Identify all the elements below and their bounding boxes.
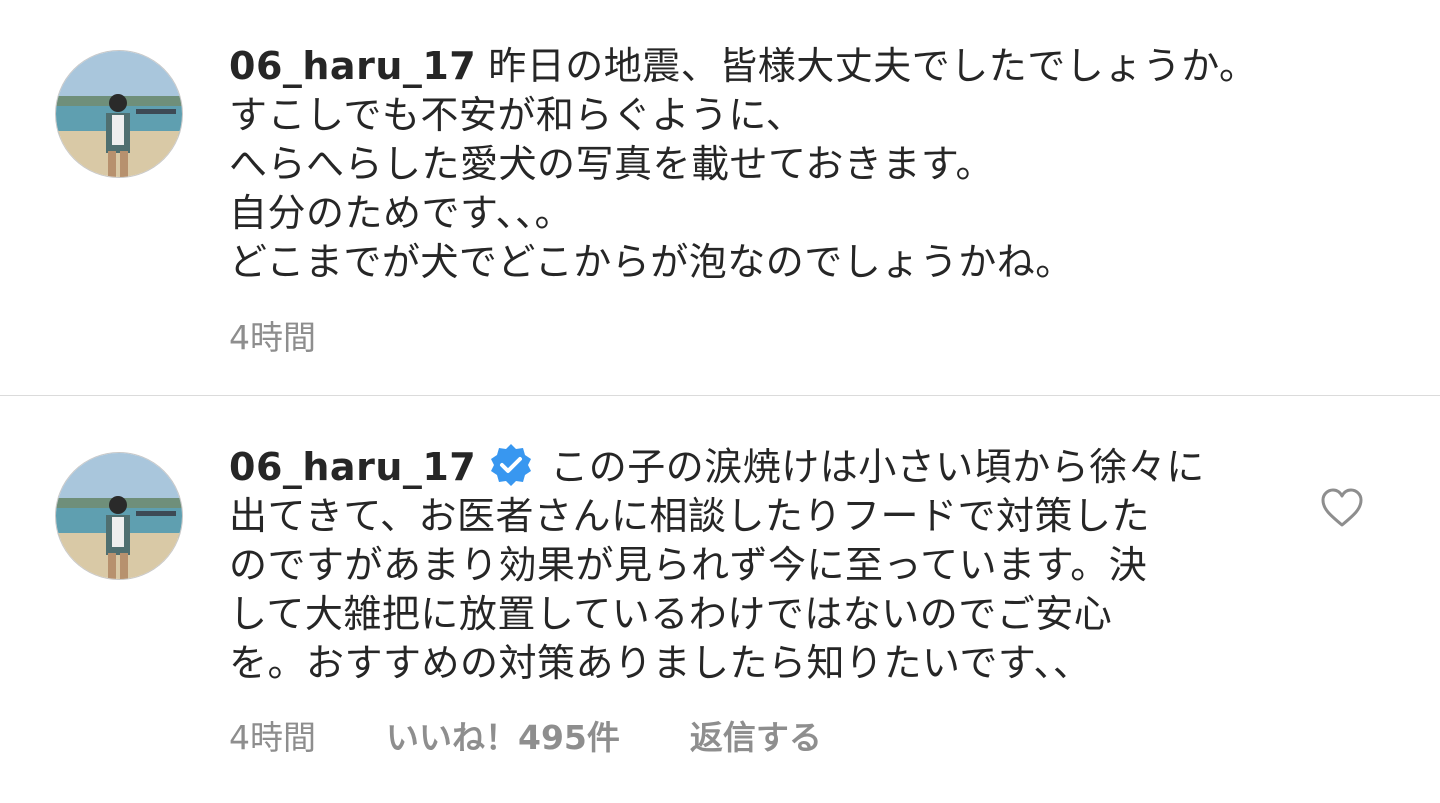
comment-meta: 4時間 いいね！495件 返信する — [229, 711, 822, 759]
timestamp[interactable]: 4時間 — [229, 311, 316, 359]
caption-comment: 06_haru_17 昨日の地震、皆様大丈夫でしたでしょうか。 すこしでも不安が和… — [0, 0, 1440, 395]
comment-line: すこしでも不安が和らぐように、 — [229, 93, 805, 137]
avatar-photo — [56, 51, 182, 177]
timestamp[interactable]: 4時間 — [229, 711, 316, 759]
avatar[interactable] — [55, 50, 183, 178]
likes-count[interactable]: いいね！495件 — [386, 711, 620, 759]
comment-line: 昨日の地震、皆様大丈夫でしたでしょうか。 — [488, 44, 1258, 88]
verified-badge-icon — [491, 444, 532, 486]
comment-line: 出てきて、お医者さんに相談したりフードで対策した — [229, 494, 1150, 538]
comment-text: 06_haru_17 昨日の地震、皆様大丈夫でしたでしょうか。 すこしでも不安が和… — [229, 42, 1257, 287]
comment-meta: 4時間 — [229, 311, 316, 359]
comment-line: を。おすすめの対策ありましたら知りたいです、、 — [229, 641, 1092, 685]
avatar[interactable] — [55, 452, 183, 580]
heart-outline-icon[interactable] — [1320, 488, 1364, 528]
comment-line: 自分のためです、、。 — [229, 191, 573, 235]
comment-line: して大雑把に放置しているわけではないのでご安心 — [229, 592, 1113, 636]
comment-line: どこまでが犬でどこからが泡なのでしょうかね。 — [229, 240, 1074, 284]
username-link[interactable]: 06_haru_17 — [229, 445, 476, 489]
comment-text: 06_haru_17 この子の涙焼けは小さい頃から徐々に 出てきて、お医者さんに… — [229, 442, 1249, 688]
comment-line: この子の涙焼けは小さい頃から徐々に — [550, 445, 1205, 489]
comment-line: へらへらした愛犬の写真を載せておきます。 — [229, 142, 995, 186]
username-link[interactable]: 06_haru_17 — [229, 44, 476, 88]
reply-button[interactable]: 返信する — [690, 711, 822, 759]
avatar-photo — [56, 453, 182, 579]
comment: 06_haru_17 この子の涙焼けは小さい頃から徐々に 出てきて、お医者さんに… — [0, 396, 1440, 803]
comment-line: のですがあまり効果が見られず今に至っています。決 — [229, 543, 1148, 587]
